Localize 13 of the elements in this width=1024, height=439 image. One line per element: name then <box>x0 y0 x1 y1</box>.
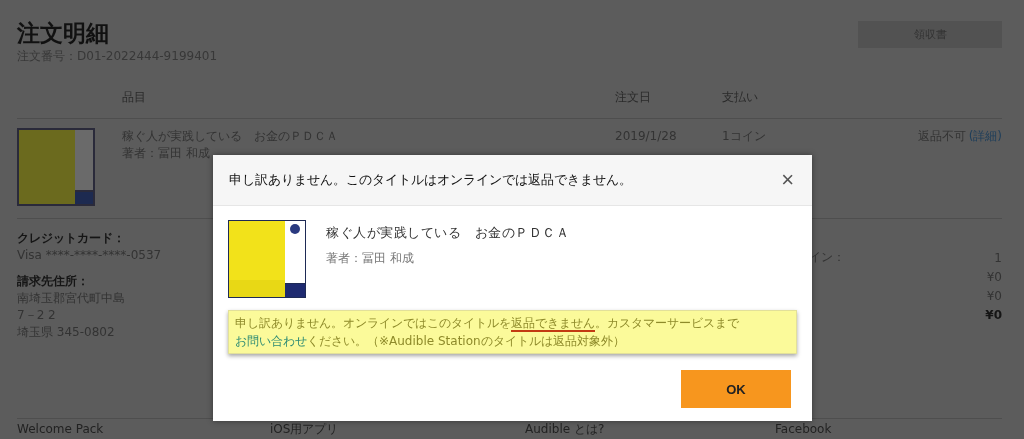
close-button[interactable]: × <box>779 169 796 191</box>
book-title: 稼ぐ人が実践している お金のＰＤＣＡ <box>326 224 569 242</box>
book-author: 著者：冨田 和成 <box>326 250 415 267</box>
info-label: 請求先住所： <box>17 273 90 290</box>
ok-button[interactable]: OK <box>681 370 791 408</box>
contact-link[interactable]: お問い合わせ <box>235 334 307 348</box>
summary-value: ¥0 <box>985 307 1002 324</box>
footer-link[interactable]: Welcome Pack <box>17 422 270 436</box>
info-label: クレジットカード： <box>17 230 126 247</box>
dialog-title: 申し訳ありません。このタイトルはオンラインでは返品できません。 <box>229 171 632 189</box>
footer-link[interactable]: Facebook <box>775 422 1002 436</box>
notice-message: 申し訳ありません。オンラインではこのタイトルを返品できません。カスタマーサービスまで お問い合わせ ください。（※Audible Stationのタイトルは返品対象外） <box>228 310 797 354</box>
page-title: 注文明細 <box>17 19 110 48</box>
